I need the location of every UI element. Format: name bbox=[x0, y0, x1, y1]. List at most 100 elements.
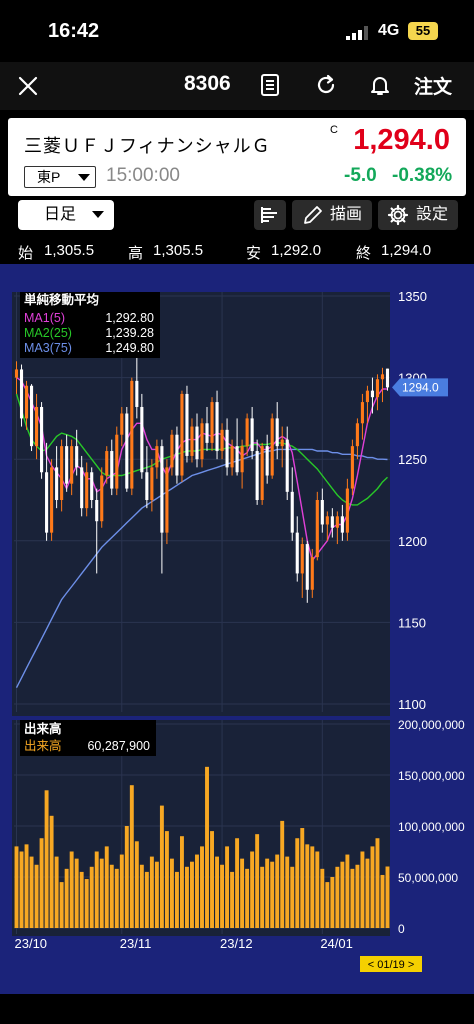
candle-body bbox=[235, 446, 239, 473]
volume-bar bbox=[220, 864, 225, 928]
candle-body bbox=[185, 393, 189, 456]
open-value: 1,305.5 bbox=[44, 242, 95, 259]
stock-chart[interactable]: 135013001250120011501100 200,000,000150,… bbox=[0, 264, 474, 994]
period-select[interactable]: 日足 bbox=[18, 200, 114, 230]
candle-body bbox=[150, 467, 154, 500]
gear-icon bbox=[387, 204, 409, 226]
volume-bar bbox=[14, 846, 19, 928]
candle-body bbox=[290, 491, 294, 533]
volume-bar bbox=[49, 815, 54, 928]
ma1-name: MA1(5) bbox=[24, 311, 65, 325]
price-change-percent: -0.38% bbox=[392, 165, 453, 186]
price-tick-label: 1150 bbox=[398, 615, 426, 630]
layout-button[interactable] bbox=[254, 200, 286, 230]
candle-body bbox=[270, 418, 274, 476]
volume-bar bbox=[330, 877, 335, 928]
x-tick-label: 23/12 bbox=[220, 936, 253, 951]
bottom-area bbox=[0, 994, 474, 1024]
candle-body bbox=[275, 418, 279, 447]
low-label: 安 bbox=[246, 245, 262, 262]
price-tick-label: 1250 bbox=[398, 452, 427, 467]
volume-bar bbox=[230, 871, 235, 928]
x-tick-label: 24/01 bbox=[320, 936, 353, 951]
bars-icon bbox=[261, 207, 277, 223]
candle-body bbox=[140, 406, 144, 473]
volume-bar bbox=[215, 856, 219, 928]
volume-bar bbox=[69, 851, 74, 928]
chevron-down-icon bbox=[78, 174, 90, 181]
candle-body bbox=[350, 446, 354, 489]
candle-body bbox=[135, 380, 139, 407]
candle-body bbox=[145, 472, 149, 500]
volume-bar bbox=[225, 846, 230, 928]
volume-bar bbox=[114, 868, 119, 928]
volume-tick-label: 100,000,000 bbox=[398, 820, 465, 834]
volume-bar bbox=[109, 864, 114, 928]
candle-body bbox=[250, 418, 254, 452]
volume-bar bbox=[104, 846, 109, 928]
close-value: 1,294.0 bbox=[381, 242, 432, 259]
candle-body bbox=[385, 368, 390, 388]
refresh-icon[interactable] bbox=[314, 73, 338, 97]
settings-button[interactable]: 設定 bbox=[378, 200, 458, 230]
volume-bar bbox=[144, 871, 149, 928]
volume-bar bbox=[365, 858, 370, 928]
volume-bar bbox=[260, 866, 265, 928]
volume-bar bbox=[290, 866, 295, 928]
volume-series-name: 出来高 bbox=[24, 738, 62, 753]
volume-bar bbox=[315, 851, 320, 928]
volume-bar bbox=[74, 858, 79, 928]
volume-bar bbox=[64, 868, 69, 928]
candle-body bbox=[60, 446, 64, 500]
volume-bar bbox=[195, 854, 199, 928]
price-change: -5.0 bbox=[344, 165, 377, 186]
draw-button[interactable]: 描画 bbox=[292, 200, 372, 230]
bell-icon[interactable] bbox=[368, 73, 392, 97]
volume-bar bbox=[119, 854, 124, 928]
chart-toolbar: 日足 描画 設定 bbox=[0, 196, 474, 236]
x-tick-label: 23/10 bbox=[15, 936, 48, 951]
candle-body bbox=[110, 451, 114, 489]
volume-bar bbox=[300, 828, 305, 928]
candle-body bbox=[205, 423, 209, 443]
volume-bar bbox=[59, 882, 64, 928]
candle-body bbox=[180, 393, 184, 476]
candle-body bbox=[210, 402, 214, 443]
price-tick-label: 1100 bbox=[398, 697, 426, 712]
draw-label: 描画 bbox=[330, 206, 363, 223]
candle-body bbox=[335, 516, 339, 528]
volume-bar bbox=[89, 866, 94, 928]
low-value: 1,292.0 bbox=[271, 242, 322, 259]
candle-body bbox=[170, 434, 174, 468]
volume-bar bbox=[275, 854, 280, 928]
candle-body bbox=[340, 516, 344, 533]
close-icon[interactable] bbox=[14, 72, 42, 100]
candle-body bbox=[90, 472, 94, 500]
ma2-value: 1,239.28 bbox=[105, 326, 154, 340]
exchange-select[interactable]: 東P bbox=[24, 166, 96, 188]
volume-bar bbox=[320, 868, 325, 928]
volume-bar bbox=[24, 844, 29, 928]
document-icon[interactable] bbox=[258, 73, 282, 97]
order-button[interactable]: 注文 bbox=[414, 72, 452, 99]
candle-body bbox=[230, 446, 234, 468]
stock-name: 三菱ＵＦＪフィナンシャルＧ bbox=[24, 136, 271, 156]
candle-body bbox=[85, 472, 89, 509]
status-bar: 16:42 4G 55 bbox=[0, 0, 474, 62]
x-tick-label: 23/11 bbox=[120, 936, 152, 951]
volume-bar bbox=[19, 851, 24, 928]
candle-body bbox=[285, 439, 289, 492]
candle-body bbox=[345, 488, 349, 533]
ohlc-row: 始 1,305.5 高 1,305.5 安 1,292.0 終 1,294.0 bbox=[0, 236, 474, 264]
volume-bar bbox=[245, 868, 250, 928]
volume-bar bbox=[79, 871, 84, 928]
candle-body bbox=[100, 475, 104, 522]
battery-icon: 55 bbox=[408, 22, 438, 40]
ma1-value: 1,292.80 bbox=[105, 311, 154, 325]
candle-body bbox=[45, 472, 49, 533]
candle-body bbox=[200, 423, 204, 460]
current-price-tag: 1294.0 bbox=[392, 378, 448, 397]
candle-body bbox=[70, 446, 74, 484]
candle-body bbox=[190, 426, 194, 456]
candle-body bbox=[130, 380, 134, 489]
